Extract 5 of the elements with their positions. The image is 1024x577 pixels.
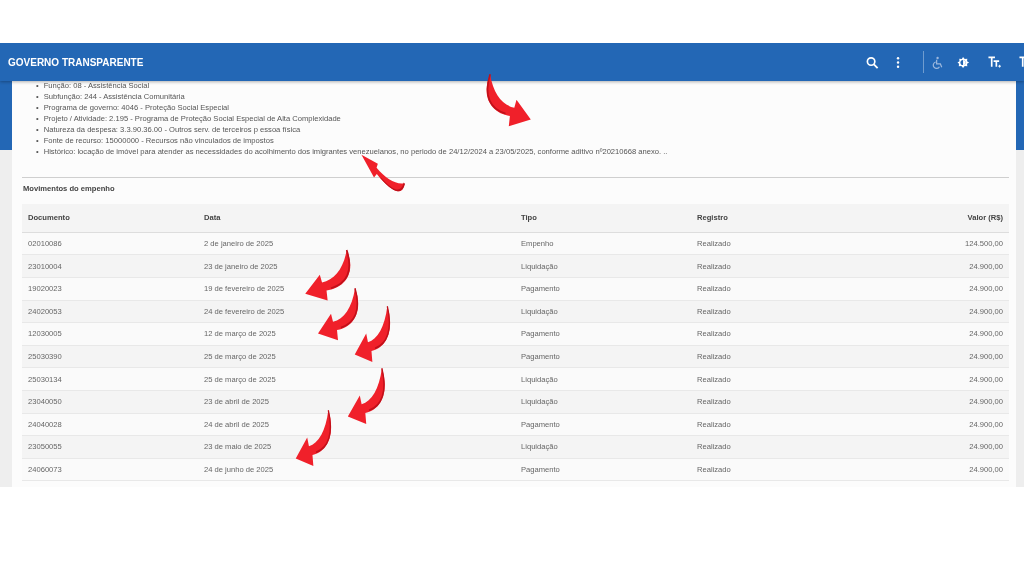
site-title: GOVERNO TRANSPARENTE (7, 55, 144, 70)
accessibility-icon[interactable] (932, 55, 945, 69)
search-icon[interactable] (866, 55, 879, 69)
contrast-icon[interactable] (957, 55, 970, 69)
font-size-icon[interactable] (988, 55, 1001, 69)
